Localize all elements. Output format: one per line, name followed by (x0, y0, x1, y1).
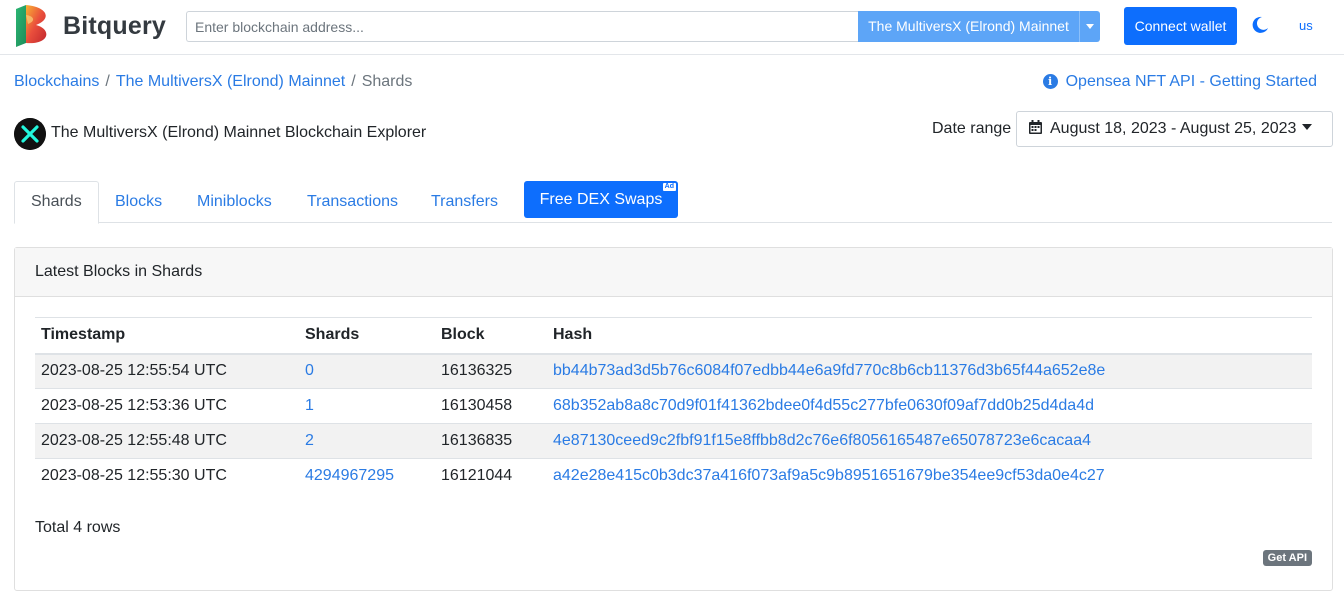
chevron-down-icon (1302, 124, 1313, 130)
tab-miniblocks[interactable]: Miniblocks (197, 181, 272, 223)
explorer-title: The MultiversX (Elrond) Mainnet Blockcha… (51, 124, 427, 141)
row-shard-link[interactable]: 1 (305, 397, 314, 414)
breadcrumb-separator: / (351, 73, 356, 90)
breadcrumb: Blockchains / The MultiversX (Elrond) Main… (14, 73, 412, 91)
row-timestamp: 2023-08-25 12:55:48 UTC (35, 423, 299, 459)
column-header-timestamp: Timestamp (35, 317, 299, 355)
free-dex-swaps-label: Free DEX Swaps (539, 191, 663, 208)
row-hash-link[interactable]: a42e28e415c0b3dc37a416f073af9a5c9b895165… (553, 467, 1105, 484)
breadcrumb-blockchains[interactable]: Blockchains (14, 73, 99, 90)
brand-name[interactable]: Bitquery (63, 12, 166, 41)
table-row: 2023-08-25 12:55:48 UTC 2 16136835 4e871… (35, 423, 1312, 459)
bitquery-logo-icon[interactable] (14, 5, 50, 47)
tab-blocks[interactable]: Blocks (115, 181, 162, 223)
row-shard-link[interactable]: 0 (305, 362, 314, 379)
explorer-tabs: Shards Blocks Miniblocks Transactions Tr… (14, 181, 1332, 224)
multiversx-logo-icon (14, 118, 46, 150)
row-shard-link[interactable]: 2 (305, 432, 314, 449)
date-range-picker[interactable]: August 18, 2023 - August 25, 2023 (1016, 111, 1333, 147)
free-dex-swaps-button[interactable]: Free DEX Swaps Ad (524, 181, 678, 218)
breadcrumb-separator: / (105, 73, 110, 90)
table-row: 2023-08-25 12:55:30 UTC 4294967295 16121… (35, 458, 1312, 494)
tab-transfers[interactable]: Transfers (431, 181, 498, 223)
calendar-icon (1029, 120, 1042, 134)
row-block: 16136325 (435, 353, 547, 389)
language-selector[interactable]: us (1299, 18, 1313, 33)
info-icon: i (1042, 74, 1058, 89)
opensea-api-link[interactable]: i Opensea NFT API - Getting Started (1042, 73, 1317, 91)
date-range-value: August 18, 2023 - August 25, 2023 (1050, 120, 1297, 137)
shards-table: Timestamp Shards Block Hash 2023-08-25 1… (35, 317, 1312, 494)
row-timestamp: 2023-08-25 12:55:30 UTC (35, 458, 299, 494)
row-shard-link[interactable]: 4294967295 (305, 467, 394, 484)
dark-mode-moon-icon[interactable] (1251, 16, 1269, 34)
breadcrumb-network[interactable]: The MultiversX (Elrond) Mainnet (116, 73, 345, 90)
get-api-button[interactable]: Get API (1262, 550, 1312, 566)
latest-blocks-card: Latest Blocks in Shards Timestamp Shards… (14, 247, 1333, 591)
tab-transactions[interactable]: Transactions (307, 181, 398, 223)
row-block: 16121044 (435, 458, 547, 494)
column-header-shards: Shards (299, 317, 435, 355)
network-select-button[interactable]: The MultiversX (Elrond) Mainnet (858, 11, 1079, 42)
column-header-hash: Hash (547, 317, 1312, 355)
column-header-block: Block (435, 317, 547, 355)
tab-shards[interactable]: Shards (14, 181, 99, 224)
table-row: 2023-08-25 12:55:54 UTC 0 16136325 bb44b… (35, 353, 1312, 389)
row-block: 16130458 (435, 388, 547, 424)
connect-wallet-button[interactable]: Connect wallet (1124, 7, 1237, 45)
network-dropdown-caret-icon[interactable] (1079, 11, 1100, 42)
table-row: 2023-08-25 12:53:36 UTC 1 16130458 68b35… (35, 388, 1312, 424)
opensea-api-link-label: Opensea NFT API - Getting Started (1065, 73, 1317, 90)
row-timestamp: 2023-08-25 12:55:54 UTC (35, 353, 299, 389)
row-block: 16136835 (435, 423, 547, 459)
table-header-row: Timestamp Shards Block Hash (35, 317, 1312, 355)
top-navbar: Bitquery The MultiversX (Elrond) Mainnet… (0, 0, 1344, 55)
total-rows-label: Total 4 rows (35, 519, 121, 536)
breadcrumb-current: Shards (361, 73, 413, 90)
ad-badge: Ad (662, 183, 676, 191)
row-hash-link[interactable]: 4e87130ceed9c2fbf91f15e8ffbb8d2c76e6f805… (553, 432, 1091, 449)
address-search-input[interactable] (186, 11, 859, 42)
row-timestamp: 2023-08-25 12:53:36 UTC (35, 388, 299, 424)
row-hash-link[interactable]: 68b352ab8a8c70d9f01f41362bdee0f4d55c277b… (553, 397, 1094, 414)
row-hash-link[interactable]: bb44b73ad3d5b76c6084f07edbb44e6a9fd770c8… (553, 362, 1105, 379)
card-title: Latest Blocks in Shards (15, 248, 1332, 297)
date-range-label: Date range (932, 120, 1012, 137)
